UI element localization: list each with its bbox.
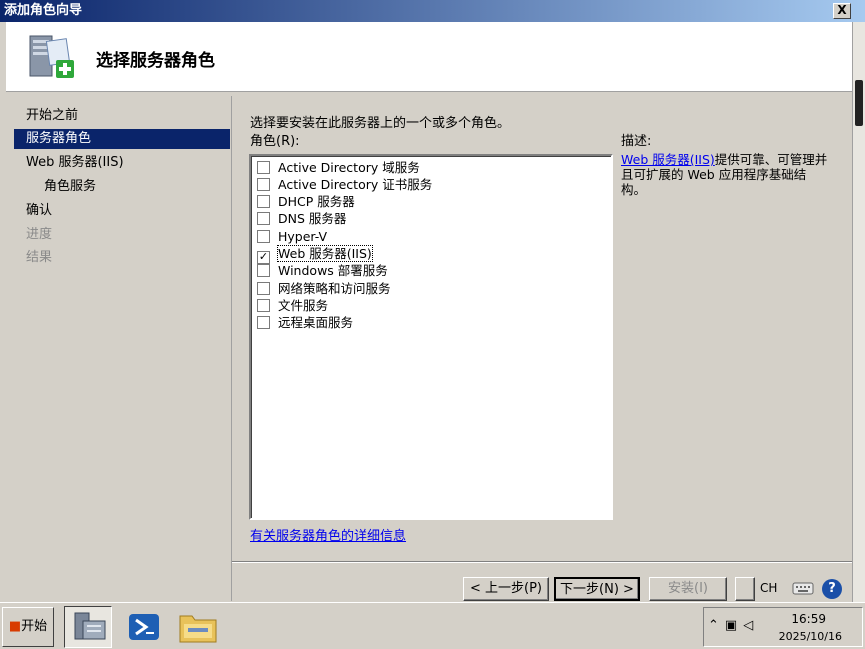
folder-icon [179,615,217,643]
role-item[interactable]: 文件服务 [257,297,328,314]
checkbox[interactable] [257,195,270,208]
chevron-up-icon[interactable]: ⌃ [708,618,725,633]
taskbar: ■开始 ⌃▣◁ 16:59 2025/10/16 [0,602,865,649]
role-item[interactable]: Hyper-V [257,228,327,245]
language-indicator[interactable]: CH [760,581,777,595]
vertical-scrollbar[interactable] [852,22,865,602]
cancel-button [735,577,755,601]
nav-item-before-you-begin[interactable]: 开始之前 [14,106,230,126]
roles-list: Active Directory 域服务 Active Directory 证书… [249,154,613,520]
volume-icon[interactable]: ◁ [743,618,759,633]
role-item[interactable]: DNS 服务器 [257,210,346,227]
nav-item-server-roles[interactable]: 服务器角色 [14,129,230,149]
window-titlebar: 添加角色向导 X [0,0,865,22]
help-icon[interactable]: ? [822,579,842,599]
taskbar-explorer[interactable] [174,606,222,648]
nav-item-results: 结果 [26,250,53,265]
checkbox[interactable] [257,178,270,191]
taskbar-server-manager[interactable] [64,606,112,648]
clock-date[interactable]: 2025/10/16 [779,630,842,643]
description-text: Web 服务器(IIS)提供可靠、可管理并且可扩展的 Web 应用程序基础结构。 [621,152,828,197]
window-title: 添加角色向导 [4,3,83,18]
server-manager-icon [74,612,106,640]
role-item[interactable]: 远程桌面服务 [257,314,353,331]
role-item[interactable]: Active Directory 证书服务 [257,176,432,193]
checkbox[interactable] [257,282,270,295]
close-button[interactable]: X [833,3,851,19]
wizard-nav: 开始之前 服务器角色 Web 服务器(IIS) 角色服务 确认 进度 结果 [12,96,232,601]
nav-item-confirmation[interactable]: 确认 [14,201,230,221]
checkbox[interactable] [257,230,270,243]
bottom-separator [232,561,852,563]
checkbox[interactable] [257,212,270,225]
checkbox[interactable] [257,316,270,329]
description-link[interactable]: Web 服务器(IIS) [621,152,715,167]
powershell-icon [129,614,159,640]
install-button: 安装(I) [649,577,727,601]
checkbox[interactable] [257,264,270,277]
more-info-link[interactable]: 有关服务器角色的详细信息 [250,525,406,544]
language-bar: CH ? [758,577,852,601]
clock-time[interactable]: 16:59 [791,612,826,626]
back-button[interactable]: < 上一步(P) [463,577,549,601]
tray-icons[interactable]: ⌃▣◁ [708,618,759,633]
role-item[interactable]: DHCP 服务器 [257,193,355,210]
start-button[interactable]: ■开始 [2,607,54,647]
scrollbar-thumb[interactable] [855,80,863,126]
page-title: 选择服务器角色 [96,51,215,71]
role-item[interactable]: 网络策略和访问服务 [257,280,391,297]
system-tray: ⌃▣◁ 16:59 2025/10/16 [703,607,863,647]
keyboard-icon[interactable] [792,580,814,596]
roles-label: 角色(R): [250,134,300,149]
next-button[interactable]: 下一步(N) > [554,577,640,601]
wizard-header: 选择服务器角色 [6,22,852,92]
instruction-text: 选择要安装在此服务器上的一个或多个角色。 [250,116,511,131]
nav-item-role-services[interactable]: 角色服务 [14,177,230,197]
role-item[interactable]: Active Directory 域服务 [257,159,420,176]
server-add-icon [29,35,74,78]
description-title: 描述: [621,134,652,149]
checkbox[interactable] [257,299,270,312]
taskbar-powershell[interactable] [120,606,168,648]
nav-item-progress: 进度 [26,227,53,242]
network-icon[interactable]: ▣ [725,618,743,633]
role-item[interactable]: Windows 部署服务 [257,262,388,279]
nav-item-web-server[interactable]: Web 服务器(IIS) [14,153,230,173]
screen: 添加角色向导 X 选择服务器角色 开始之前 服务器角色 Web 服务器(IIS)… [0,0,865,649]
windows-logo-icon: ■ [8,619,22,634]
checkbox[interactable] [257,161,270,174]
role-item-web-server[interactable]: ✓ Web 服务器(IIS) [257,245,373,264]
